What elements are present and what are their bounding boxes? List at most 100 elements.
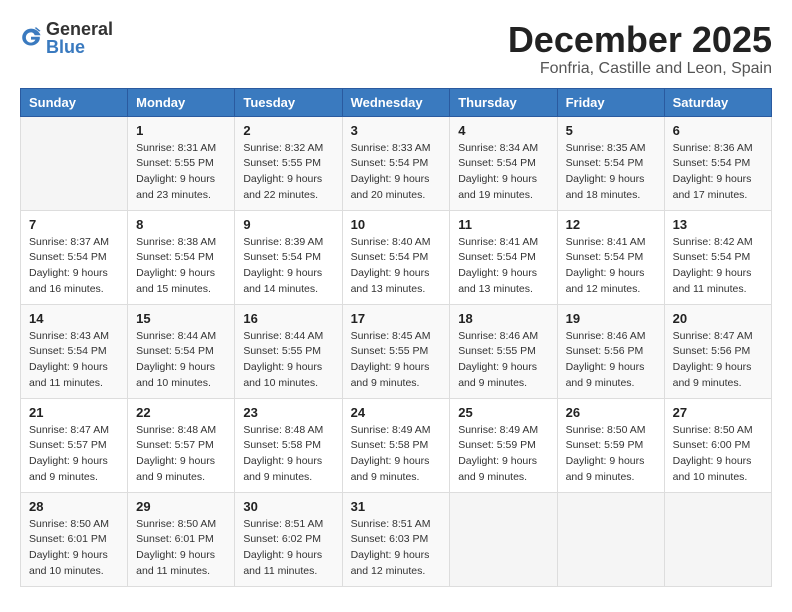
logo-icon bbox=[20, 25, 42, 47]
calendar-cell: 6 Sunrise: 8:36 AM Sunset: 5:54 PM Daylig… bbox=[664, 116, 771, 210]
day-info: Sunrise: 8:32 AM Sunset: 5:55 PM Dayligh… bbox=[243, 141, 333, 204]
day-header-sunday: Sunday bbox=[21, 88, 128, 116]
day-info: Sunrise: 8:48 AM Sunset: 5:58 PM Dayligh… bbox=[243, 423, 333, 486]
calendar-cell: 28Sunrise: 8:50 AM Sunset: 6:01 PM Dayli… bbox=[21, 492, 128, 586]
day-info: Sunrise: 8:31 AM Sunset: 5:55 PM Dayligh… bbox=[136, 141, 226, 204]
day-number: 9 bbox=[243, 217, 333, 232]
day-info: Sunrise: 8:41 AM Sunset: 5:54 PM Dayligh… bbox=[458, 235, 548, 298]
calendar-cell: 14Sunrise: 8:43 AM Sunset: 5:54 PM Dayli… bbox=[21, 304, 128, 398]
day-number: 16 bbox=[243, 311, 333, 326]
day-header-wednesday: Wednesday bbox=[342, 88, 450, 116]
day-header-saturday: Saturday bbox=[664, 88, 771, 116]
calendar-cell: 15Sunrise: 8:44 AM Sunset: 5:54 PM Dayli… bbox=[128, 304, 235, 398]
day-info: Sunrise: 8:47 AM Sunset: 5:57 PM Dayligh… bbox=[29, 423, 119, 486]
subtitle: Fonfria, Castille and Leon, Spain bbox=[508, 60, 772, 78]
day-info: Sunrise: 8:49 AM Sunset: 5:58 PM Dayligh… bbox=[351, 423, 442, 486]
day-info: Sunrise: 8:37 AM Sunset: 5:54 PM Dayligh… bbox=[29, 235, 119, 298]
day-number: 22 bbox=[136, 405, 226, 420]
day-info: Sunrise: 8:50 AM Sunset: 6:00 PM Dayligh… bbox=[673, 423, 763, 486]
calendar-cell: 18 Sunrise: 8:46 AM Sunset: 5:55 PM Dayli… bbox=[450, 304, 557, 398]
day-info: Sunrise: 8:50 AM Sunset: 5:59 PM Dayligh… bbox=[566, 423, 656, 486]
day-info: Sunrise: 8:48 AM Sunset: 5:57 PM Dayligh… bbox=[136, 423, 226, 486]
calendar-header-row: SundayMondayTuesdayWednesdayThursdayFrid… bbox=[21, 88, 772, 116]
day-number: 27 bbox=[673, 405, 763, 420]
day-info: Sunrise: 8:39 AM Sunset: 5:54 PM Dayligh… bbox=[243, 235, 333, 298]
calendar-cell: 4 Sunrise: 8:34 AM Sunset: 5:54 PM Daylig… bbox=[450, 116, 557, 210]
day-number: 5 bbox=[566, 123, 656, 138]
logo: General Blue bbox=[20, 20, 113, 56]
day-header-tuesday: Tuesday bbox=[235, 88, 342, 116]
calendar-cell: 23 Sunrise: 8:48 AM Sunset: 5:58 PM Dayli… bbox=[235, 398, 342, 492]
day-number: 8 bbox=[136, 217, 226, 232]
header: General Blue December 2025 Fonfria, Cast… bbox=[20, 20, 772, 78]
day-info: Sunrise: 8:44 AM Sunset: 5:54 PM Dayligh… bbox=[136, 329, 226, 392]
calendar-cell: 10Sunrise: 8:40 AM Sunset: 5:54 PM Dayli… bbox=[342, 210, 450, 304]
day-number: 13 bbox=[673, 217, 763, 232]
day-info: Sunrise: 8:35 AM Sunset: 5:54 PM Dayligh… bbox=[566, 141, 656, 204]
day-info: Sunrise: 8:42 AM Sunset: 5:54 PM Dayligh… bbox=[673, 235, 763, 298]
calendar-cell: 29 Sunrise: 8:50 AM Sunset: 6:01 PM Dayli… bbox=[128, 492, 235, 586]
logo-blue: Blue bbox=[46, 38, 113, 56]
calendar-cell: 30 Sunrise: 8:51 AM Sunset: 6:02 PM Dayli… bbox=[235, 492, 342, 586]
day-info: Sunrise: 8:51 AM Sunset: 6:02 PM Dayligh… bbox=[243, 517, 333, 580]
calendar-cell: 19Sunrise: 8:46 AM Sunset: 5:56 PM Dayli… bbox=[557, 304, 664, 398]
day-number: 4 bbox=[458, 123, 548, 138]
day-number: 12 bbox=[566, 217, 656, 232]
calendar-cell: 3Sunrise: 8:33 AM Sunset: 5:54 PM Daylig… bbox=[342, 116, 450, 210]
day-number: 23 bbox=[243, 405, 333, 420]
day-number: 11 bbox=[458, 217, 548, 232]
week-row-0: 1 Sunrise: 8:31 AM Sunset: 5:55 PM Daylig… bbox=[21, 116, 772, 210]
calendar-cell: 27 Sunrise: 8:50 AM Sunset: 6:00 PM Dayli… bbox=[664, 398, 771, 492]
day-number: 26 bbox=[566, 405, 656, 420]
main-title: December 2025 bbox=[508, 20, 772, 60]
day-number: 20 bbox=[673, 311, 763, 326]
day-info: Sunrise: 8:38 AM Sunset: 5:54 PM Dayligh… bbox=[136, 235, 226, 298]
day-info: Sunrise: 8:50 AM Sunset: 6:01 PM Dayligh… bbox=[136, 517, 226, 580]
day-number: 1 bbox=[136, 123, 226, 138]
calendar-cell: 25 Sunrise: 8:49 AM Sunset: 5:59 PM Dayli… bbox=[450, 398, 557, 492]
calendar-cell: 22 Sunrise: 8:48 AM Sunset: 5:57 PM Dayli… bbox=[128, 398, 235, 492]
calendar-cell bbox=[21, 116, 128, 210]
calendar-cell: 21Sunrise: 8:47 AM Sunset: 5:57 PM Dayli… bbox=[21, 398, 128, 492]
day-number: 29 bbox=[136, 499, 226, 514]
day-number: 18 bbox=[458, 311, 548, 326]
calendar-cell: 5 Sunrise: 8:35 AM Sunset: 5:54 PM Daylig… bbox=[557, 116, 664, 210]
calendar-cell: 8 Sunrise: 8:38 AM Sunset: 5:54 PM Daylig… bbox=[128, 210, 235, 304]
calendar-cell bbox=[450, 492, 557, 586]
day-info: Sunrise: 8:36 AM Sunset: 5:54 PM Dayligh… bbox=[673, 141, 763, 204]
calendar-cell: 9 Sunrise: 8:39 AM Sunset: 5:54 PM Daylig… bbox=[235, 210, 342, 304]
day-number: 17 bbox=[351, 311, 442, 326]
calendar-cell: 2Sunrise: 8:32 AM Sunset: 5:55 PM Daylig… bbox=[235, 116, 342, 210]
day-number: 25 bbox=[458, 405, 548, 420]
calendar-cell: 20 Sunrise: 8:47 AM Sunset: 5:56 PM Dayli… bbox=[664, 304, 771, 398]
calendar-cell: 31Sunrise: 8:51 AM Sunset: 6:03 PM Dayli… bbox=[342, 492, 450, 586]
week-row-3: 21Sunrise: 8:47 AM Sunset: 5:57 PM Dayli… bbox=[21, 398, 772, 492]
day-number: 10 bbox=[351, 217, 442, 232]
day-info: Sunrise: 8:50 AM Sunset: 6:01 PM Dayligh… bbox=[29, 517, 119, 580]
calendar-cell: 16Sunrise: 8:44 AM Sunset: 5:55 PM Dayli… bbox=[235, 304, 342, 398]
day-number: 14 bbox=[29, 311, 119, 326]
calendar-cell bbox=[664, 492, 771, 586]
logo-general: General bbox=[46, 20, 113, 38]
week-row-2: 14Sunrise: 8:43 AM Sunset: 5:54 PM Dayli… bbox=[21, 304, 772, 398]
day-header-friday: Friday bbox=[557, 88, 664, 116]
day-info: Sunrise: 8:46 AM Sunset: 5:56 PM Dayligh… bbox=[566, 329, 656, 392]
day-header-monday: Monday bbox=[128, 88, 235, 116]
calendar: SundayMondayTuesdayWednesdayThursdayFrid… bbox=[20, 88, 772, 587]
day-info: Sunrise: 8:46 AM Sunset: 5:55 PM Dayligh… bbox=[458, 329, 548, 392]
day-number: 6 bbox=[673, 123, 763, 138]
title-area: December 2025 Fonfria, Castille and Leon… bbox=[508, 20, 772, 78]
day-number: 24 bbox=[351, 405, 442, 420]
day-number: 31 bbox=[351, 499, 442, 514]
calendar-cell: 24 Sunrise: 8:49 AM Sunset: 5:58 PM Dayli… bbox=[342, 398, 450, 492]
day-info: Sunrise: 8:41 AM Sunset: 5:54 PM Dayligh… bbox=[566, 235, 656, 298]
calendar-cell: 13 Sunrise: 8:42 AM Sunset: 5:54 PM Dayli… bbox=[664, 210, 771, 304]
day-info: Sunrise: 8:47 AM Sunset: 5:56 PM Dayligh… bbox=[673, 329, 763, 392]
calendar-cell: 1 Sunrise: 8:31 AM Sunset: 5:55 PM Daylig… bbox=[128, 116, 235, 210]
week-row-4: 28Sunrise: 8:50 AM Sunset: 6:01 PM Dayli… bbox=[21, 492, 772, 586]
day-info: Sunrise: 8:49 AM Sunset: 5:59 PM Dayligh… bbox=[458, 423, 548, 486]
day-number: 30 bbox=[243, 499, 333, 514]
calendar-cell: 17Sunrise: 8:45 AM Sunset: 5:55 PM Dayli… bbox=[342, 304, 450, 398]
day-info: Sunrise: 8:33 AM Sunset: 5:54 PM Dayligh… bbox=[351, 141, 442, 204]
day-info: Sunrise: 8:34 AM Sunset: 5:54 PM Dayligh… bbox=[458, 141, 548, 204]
